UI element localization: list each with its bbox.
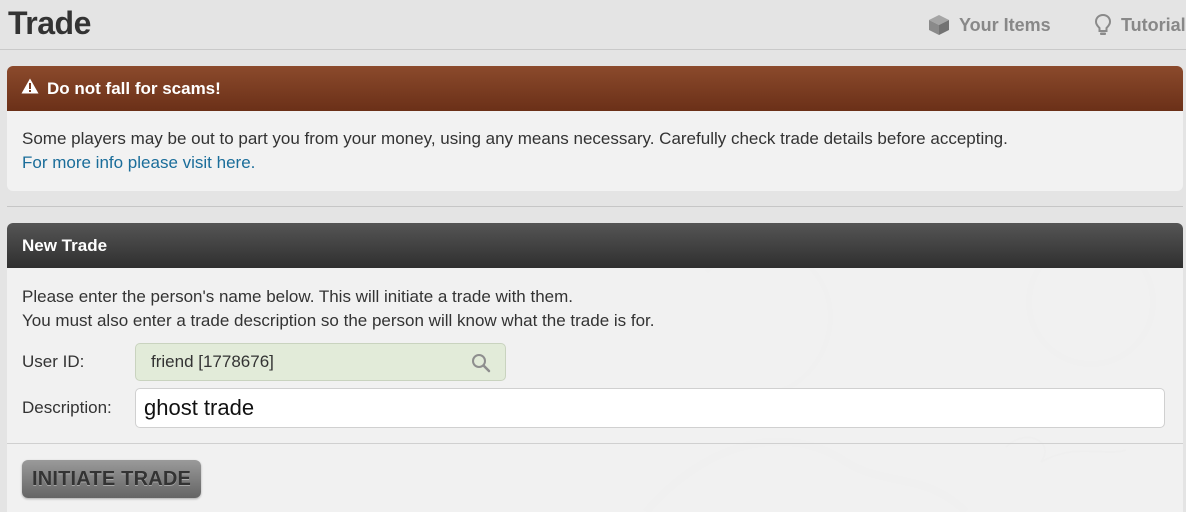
tutorial-link[interactable]: Tutorial xyxy=(1094,13,1186,37)
warning-header: Do not fall for scams! xyxy=(7,66,1183,111)
trade-instructions: Please enter the person's name below. Th… xyxy=(22,285,655,333)
new-trade-header: New Trade xyxy=(7,223,1183,268)
page-header: Trade Your Items Tutorial xyxy=(0,0,1186,50)
user-id-label: User ID: xyxy=(22,352,85,371)
lightbulb-icon xyxy=(1094,13,1112,37)
your-items-link[interactable]: Your Items xyxy=(928,13,1051,37)
description-input[interactable] xyxy=(135,388,1165,428)
warning-icon xyxy=(21,78,39,99)
scam-warning-panel: Do not fall for scams! Some players may … xyxy=(7,66,1183,191)
search-icon[interactable] xyxy=(471,353,491,378)
user-id-field[interactable] xyxy=(135,343,506,381)
description-label: Description: xyxy=(22,398,112,417)
more-info-link[interactable]: For more info please visit here. xyxy=(22,151,1168,175)
user-id-input[interactable] xyxy=(136,344,466,380)
warning-body: Some players may be out to part you from… xyxy=(7,111,1183,175)
box-icon xyxy=(928,14,950,36)
your-items-label: Your Items xyxy=(959,14,1051,35)
trade-instructions-line-1: Please enter the person's name below. Th… xyxy=(22,287,573,306)
page-title: Trade xyxy=(8,5,91,41)
section-divider xyxy=(7,206,1183,207)
trade-instructions-line-2: You must also enter a trade description … xyxy=(22,311,655,330)
warning-message: Some players may be out to part you from… xyxy=(22,129,1008,148)
warning-title: Do not fall for scams! xyxy=(47,78,221,98)
tutorial-label: Tutorial xyxy=(1121,14,1186,35)
new-trade-panel: New Trade Please enter the person's name… xyxy=(7,223,1183,512)
initiate-trade-button[interactable]: INITIATE TRADE xyxy=(22,460,201,498)
form-divider xyxy=(7,443,1183,444)
